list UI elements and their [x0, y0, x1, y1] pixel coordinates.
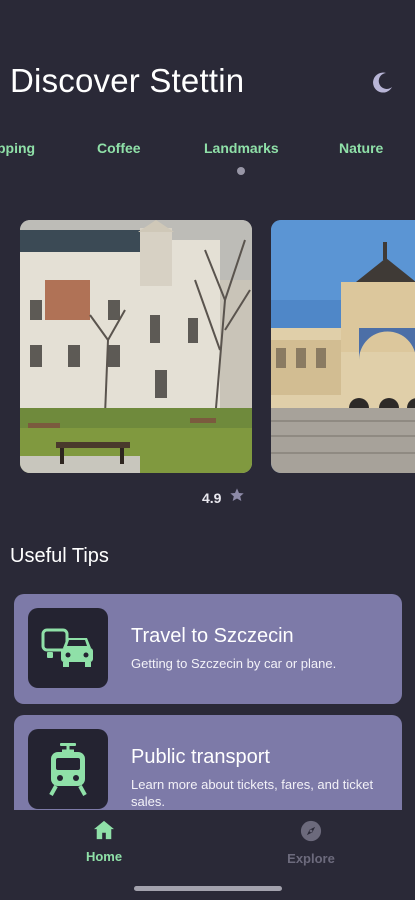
landmark-rating: 4.9	[202, 487, 245, 508]
useful-tips-heading: Useful Tips	[10, 545, 109, 567]
category-tabs: pping Coffee Landmarks Nature	[0, 140, 415, 180]
tip-card-public-transport[interactable]: Public transport Learn more about ticket…	[14, 715, 402, 810]
tab-nature[interactable]: Nature	[339, 140, 383, 156]
nav-home-label: Home	[85, 849, 123, 864]
moon-icon[interactable]	[369, 70, 395, 96]
rating-value: 4.9	[202, 489, 222, 506]
tab-coffee[interactable]: Coffee	[97, 140, 141, 156]
compass-icon	[300, 820, 322, 846]
tips-list: Travel to Szczecin Getting to Szczecin b…	[14, 594, 402, 810]
tab-selected-indicator	[237, 167, 245, 175]
landmark-card[interactable]	[271, 220, 415, 473]
nav-explore[interactable]: Explore	[271, 820, 351, 866]
landmark-card[interactable]	[20, 220, 252, 473]
tip-card-travel[interactable]: Travel to Szczecin Getting to Szczecin b…	[14, 594, 402, 704]
tip-title: Travel to Szczecin	[131, 625, 294, 647]
landmarks-carousel[interactable]	[0, 220, 415, 480]
palace-image	[20, 220, 252, 473]
art-nouveau-building-image	[271, 220, 415, 473]
star-icon	[229, 487, 245, 508]
home-indicator-bar	[134, 886, 282, 891]
home-icon	[93, 820, 115, 844]
nav-home[interactable]: Home	[64, 820, 144, 864]
tram-icon	[28, 729, 108, 809]
tip-description: Learn more about tickets, fares, and tic…	[131, 777, 374, 809]
tip-title: Public transport	[131, 746, 270, 768]
tab-shopping[interactable]: pping	[0, 140, 35, 156]
tab-landmarks[interactable]: Landmarks	[204, 140, 279, 156]
cars-icon	[28, 608, 108, 688]
nav-explore-label: Explore	[287, 851, 335, 866]
page-title: Discover Stettin	[10, 62, 245, 99]
header: Discover Stettin	[10, 62, 395, 106]
tip-description: Getting to Szczecin by car or plane.	[131, 656, 337, 671]
